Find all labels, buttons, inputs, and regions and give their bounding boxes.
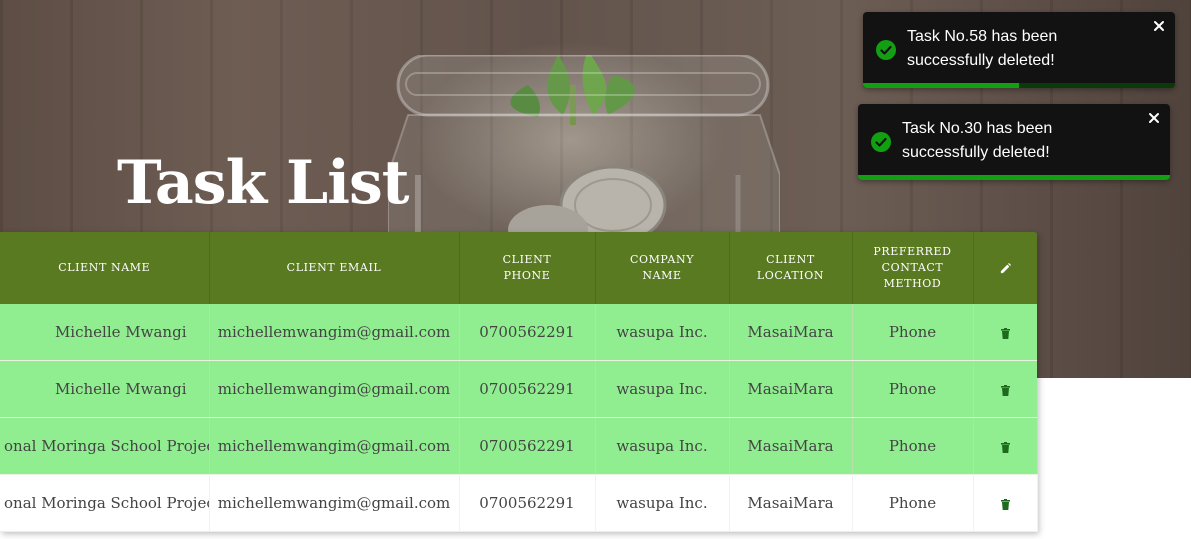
cell-client-phone: 0700562291 (459, 474, 596, 532)
cell-actions (973, 474, 1038, 532)
pencil-icon[interactable] (1000, 262, 1011, 274)
cell-preferred-contact-text: Phone (888, 323, 937, 341)
cell-preferred-contact: Phone (852, 304, 974, 361)
toast-message: Task No.58 has been successfully deleted! (907, 28, 1058, 69)
close-icon[interactable] (1148, 112, 1160, 124)
column-header-client-email[interactable]: CLIENT EMAIL (209, 232, 460, 304)
column-header-client-location[interactable]: CLIENT LOCATION (729, 232, 853, 304)
cell-client-name-text: Michelle Mwangi (54, 323, 187, 341)
cell-client-name: onal Moringa School Project (0, 474, 210, 532)
toast-message: Task No.30 has been successfully deleted! (902, 120, 1053, 161)
column-header-actions[interactable] (973, 232, 1037, 304)
cell-actions (973, 360, 1037, 418)
cell-client-location-text: MasaiMara (747, 437, 834, 455)
cell-client-location-text: MasaiMara (747, 494, 834, 512)
cell-client-name-text: onal Moringa School Project (4, 494, 209, 512)
cell-client-phone-text: 0700562291 (479, 494, 575, 512)
column-header-company-name[interactable]: COMPANY NAME (595, 232, 730, 304)
cell-client-email-text: michellemwangim@gmail.com (217, 437, 451, 455)
check-circle-icon (871, 132, 891, 152)
page: Task List CLIENT NAME CLIENT EMAIL CLIEN… (0, 0, 1191, 539)
cell-client-name: onal Moringa School Project (0, 417, 210, 475)
cell-preferred-contact-text: Phone (888, 494, 937, 512)
trash-icon[interactable] (1000, 384, 1010, 396)
cell-client-location: MasaiMara (729, 474, 853, 532)
cell-client-phone-text: 0700562291 (479, 323, 575, 341)
cell-client-location: MasaiMara (729, 417, 853, 475)
cell-client-name-text: onal Moringa School Project (4, 437, 209, 455)
cell-client-email: michellemwangim@gmail.com (209, 304, 460, 361)
cell-preferred-contact: Phone (852, 417, 974, 475)
table-row[interactable]: onal Moringa School Project michellemwang… (0, 474, 1038, 532)
page-title: Task List (117, 148, 409, 218)
cell-client-email: michellemwangim@gmail.com (209, 474, 460, 532)
check-circle-icon (876, 40, 896, 60)
table-row[interactable]: Michelle Mwangi michellemwangim@gmail.com… (0, 304, 1037, 361)
cell-client-location-text: MasaiMara (747, 380, 834, 398)
toast-notification: Task No.58 has been successfully deleted! (863, 12, 1175, 88)
table-row[interactable]: Michelle Mwangi michellemwangim@gmail.com… (0, 360, 1037, 418)
cell-client-name-text: Michelle Mwangi (54, 380, 187, 398)
cell-client-email-text: michellemwangim@gmail.com (217, 380, 451, 398)
table-row[interactable]: onal Moringa School Project michellemwang… (0, 417, 1037, 475)
cell-client-name: Michelle Mwangi (0, 304, 210, 361)
task-table-container: CLIENT NAME CLIENT EMAIL CLIENT PHONE COM… (0, 232, 1038, 532)
toast-progress-bar (858, 175, 1170, 180)
cell-client-location: MasaiMara (729, 304, 853, 361)
cell-client-phone: 0700562291 (459, 360, 596, 418)
cell-actions (973, 304, 1037, 361)
cell-actions (973, 417, 1037, 475)
cell-preferred-contact-text: Phone (888, 437, 937, 455)
trash-icon[interactable] (1000, 498, 1010, 510)
trash-icon[interactable] (1000, 441, 1010, 453)
cell-preferred-contact-text: Phone (888, 380, 937, 398)
cell-client-location: MasaiMara (729, 360, 853, 418)
cell-company-name-text: wasupa Inc. (616, 494, 708, 512)
cell-preferred-contact: Phone (852, 360, 974, 418)
cell-company-name-text: wasupa Inc. (616, 437, 708, 455)
task-table: CLIENT NAME CLIENT EMAIL CLIENT PHONE COM… (0, 232, 1038, 532)
cell-preferred-contact: Phone (852, 474, 974, 532)
trash-icon[interactable] (1000, 327, 1010, 339)
cell-client-phone-text: 0700562291 (479, 437, 575, 455)
column-header-preferred-contact[interactable]: PREFERRED CONTACT METHOD (852, 232, 974, 304)
table-header-row: CLIENT NAME CLIENT EMAIL CLIENT PHONE COM… (0, 232, 1037, 304)
cell-client-email: michellemwangim@gmail.com (209, 360, 460, 418)
toast-progress-bar (863, 83, 1019, 88)
cell-client-email-text: michellemwangim@gmail.com (217, 323, 451, 341)
column-header-client-name[interactable]: CLIENT NAME (0, 232, 210, 304)
cell-client-name: Michelle Mwangi (0, 360, 210, 418)
cell-client-phone-text: 0700562291 (479, 380, 575, 398)
cell-company-name-text: wasupa Inc. (616, 323, 708, 341)
column-header-client-phone[interactable]: CLIENT PHONE (459, 232, 596, 304)
cell-client-phone: 0700562291 (459, 417, 596, 475)
cell-company-name: wasupa Inc. (595, 304, 730, 361)
cell-client-phone: 0700562291 (459, 304, 596, 361)
cell-company-name: wasupa Inc. (595, 417, 730, 475)
toast-notification: Task No.30 has been successfully deleted! (858, 104, 1170, 180)
cell-company-name: wasupa Inc. (595, 474, 730, 532)
table-body: Michelle Mwangi michellemwangim@gmail.com… (0, 304, 1038, 532)
cell-client-location-text: MasaiMara (747, 323, 834, 341)
close-icon[interactable] (1153, 20, 1165, 32)
cell-company-name: wasupa Inc. (595, 360, 730, 418)
cell-client-email: michellemwangim@gmail.com (209, 417, 460, 475)
cell-client-email-text: michellemwangim@gmail.com (217, 494, 451, 512)
cell-company-name-text: wasupa Inc. (616, 380, 708, 398)
